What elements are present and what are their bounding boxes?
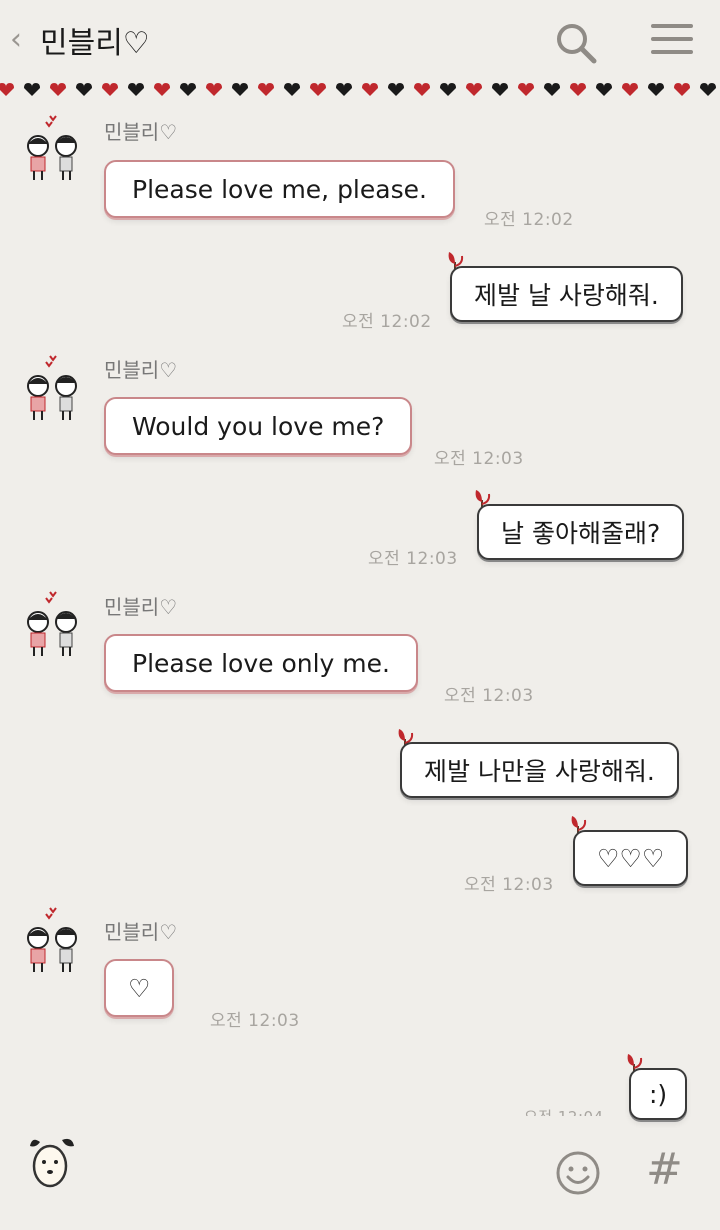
message-text: 제발 날 사랑해줘. xyxy=(474,281,659,310)
sender-name: 민블리♡ xyxy=(104,358,178,382)
message-time: 오전 12:03 xyxy=(210,1011,300,1031)
heart-decoration xyxy=(206,83,222,96)
avatar[interactable] xyxy=(20,112,84,184)
back-button[interactable]: ‹ xyxy=(10,22,22,57)
avatar[interactable] xyxy=(20,352,84,424)
message-text: Please love only me. xyxy=(132,648,390,678)
search-icon[interactable] xyxy=(553,20,599,66)
message-time: 오전 12:03 xyxy=(368,549,458,569)
heart-decoration xyxy=(128,83,144,96)
input-bar: # xyxy=(0,1120,720,1230)
message-text: :) xyxy=(649,1079,668,1109)
message-text: Please love me, please. xyxy=(132,174,427,204)
sender-name: 민블리♡ xyxy=(104,595,178,619)
message-bubble-incoming[interactable]: Please love me, please. xyxy=(104,160,455,218)
message-text: 날 좋아해줄래? xyxy=(501,519,661,548)
message-text: 제발 나만을 사랑해줘. xyxy=(424,757,655,786)
heart-decoration xyxy=(518,83,534,96)
heart-decoration xyxy=(310,83,326,96)
message-text: Would you love me? xyxy=(132,411,385,441)
heart-decoration xyxy=(24,83,40,96)
heart-decoration xyxy=(180,83,196,96)
message-time: 오전 12:03 xyxy=(444,686,534,706)
message-bubble-outgoing[interactable]: 날 좋아해줄래? xyxy=(477,504,685,560)
message-bubble-outgoing[interactable]: ♡♡♡ xyxy=(573,830,689,886)
chat-title: 민블리♡ xyxy=(40,26,150,61)
heart-decoration xyxy=(622,83,638,96)
heart-decoration xyxy=(0,83,14,96)
heart-decoration xyxy=(258,83,274,96)
heart-decoration xyxy=(154,83,170,96)
heart-decoration xyxy=(232,83,248,96)
message-bubble-incoming[interactable]: Would you love me? xyxy=(104,397,413,455)
message-bubble-incoming[interactable]: Please love only me. xyxy=(104,634,418,692)
avatar[interactable] xyxy=(20,588,84,660)
heart-decoration xyxy=(466,83,482,96)
heart-decoration xyxy=(570,83,586,96)
message-time: 오전 12:03 xyxy=(434,449,524,469)
hash-button[interactable]: # xyxy=(646,1144,683,1195)
heart-decoration xyxy=(362,83,378,96)
heart-decoration xyxy=(336,83,352,96)
heart-decoration xyxy=(596,83,612,96)
heart-decoration xyxy=(102,83,118,96)
heart-decoration xyxy=(414,83,430,96)
heart-decoration xyxy=(674,83,690,96)
dog-sticker-icon[interactable] xyxy=(26,1134,78,1192)
sender-name: 민블리♡ xyxy=(104,920,178,944)
message-time: 오전 12:02 xyxy=(484,210,574,230)
heart-decoration xyxy=(50,83,66,96)
avatar[interactable] xyxy=(20,904,84,976)
chat-screen: ‹ 민블리♡ 민블리♡ Please love me, please. 오전 1… xyxy=(0,0,720,1230)
heart-decoration xyxy=(284,83,300,96)
chat-header: ‹ 민블리♡ xyxy=(0,0,720,82)
heart-border-decoration xyxy=(0,83,716,96)
message-bubble-incoming[interactable]: ♡ xyxy=(104,959,175,1017)
message-bubble-outgoing[interactable]: 제발 나만을 사랑해줘. xyxy=(400,742,679,798)
message-time: 오전 12:03 xyxy=(464,875,554,895)
heart-decoration xyxy=(544,83,560,96)
message-time: 오전 12:04 xyxy=(524,1106,604,1116)
message-bubble-outgoing[interactable]: :) xyxy=(629,1068,688,1120)
heart-decoration xyxy=(440,83,456,96)
message-bubble-outgoing[interactable]: 제발 날 사랑해줘. xyxy=(450,266,683,322)
message-text: ♡♡♡ xyxy=(597,843,665,873)
heart-decoration xyxy=(492,83,508,96)
heart-decoration xyxy=(388,83,404,96)
heart-decoration xyxy=(648,83,664,96)
sender-name: 민블리♡ xyxy=(104,120,178,144)
heart-decoration xyxy=(700,83,716,96)
heart-decoration xyxy=(76,83,92,96)
message-text: ♡ xyxy=(128,973,151,1003)
smiley-icon[interactable] xyxy=(555,1150,601,1196)
message-time: 오전 12:02 xyxy=(342,312,432,332)
menu-icon[interactable] xyxy=(651,24,693,60)
